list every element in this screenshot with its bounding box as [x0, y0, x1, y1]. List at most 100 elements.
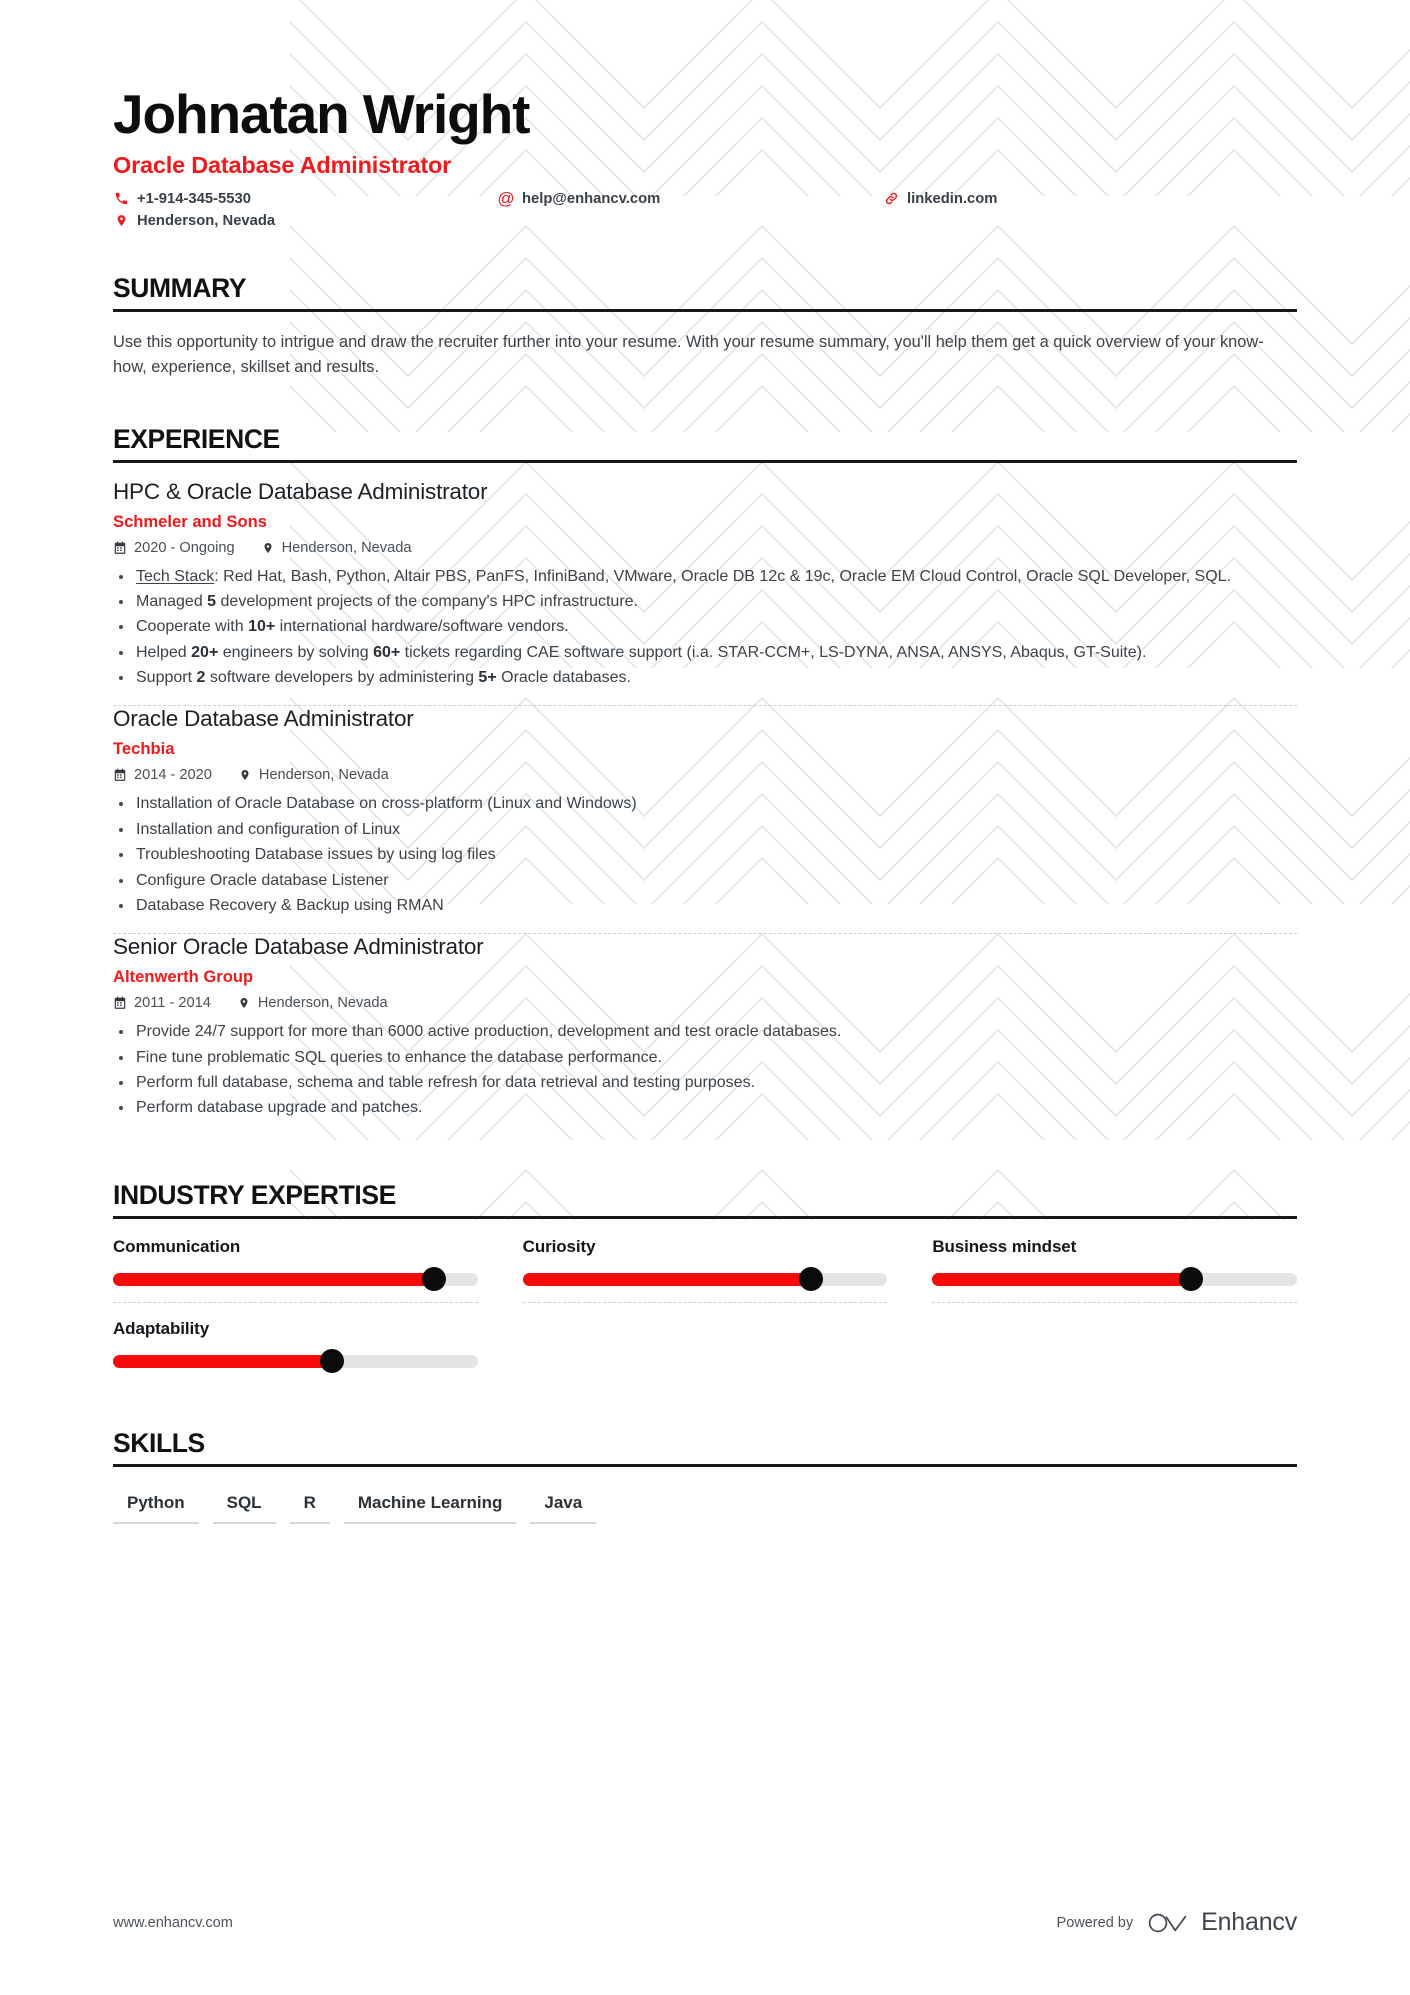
- experience-dates: 2011 - 2014: [113, 995, 211, 1011]
- location-icon: [113, 213, 129, 229]
- skills-section-title: SKILLS: [113, 1427, 205, 1458]
- industry-expertise-section: INDUSTRY EXPERTISE Communication Curiosit…: [113, 1180, 1297, 1384]
- experience-bullet: Perform full database, schema and table …: [113, 1071, 1297, 1094]
- slider-knob[interactable]: [798, 1267, 823, 1292]
- resume-header: Johnatan Wright Oracle Database Administ…: [113, 0, 1297, 229]
- slider-knob[interactable]: [1179, 1267, 1204, 1292]
- experience-location-value: Henderson, Nevada: [257, 995, 388, 1012]
- contact-location-value: Henderson, Nevada: [137, 212, 276, 229]
- expertise-item: Communication: [113, 1237, 478, 1303]
- experience-role: HPC & Oracle Database Administrator: [113, 478, 488, 504]
- experience-role: Oracle Database Administrator: [113, 706, 414, 732]
- page-title: Johnatan Wright: [113, 83, 530, 145]
- contact-email-value: help@enhancv.com: [522, 190, 661, 207]
- experience-meta: 2020 - Ongoing Henderson, Nevada: [113, 540, 1297, 556]
- slider-fill: [932, 1272, 1192, 1286]
- location-icon: [238, 768, 252, 782]
- experience-bullet: Installation of Oracle Database on cross…: [113, 792, 1297, 815]
- experience-bullet: Helped 20+ engineers by solving 60+ tick…: [113, 641, 1297, 664]
- section-divider: [113, 1463, 1297, 1467]
- expertise-item: Adaptability: [113, 1319, 478, 1384]
- expertise-label: Curiosity: [522, 1236, 596, 1256]
- calendar-icon: [113, 541, 127, 555]
- contact-location: Henderson, Nevada: [113, 213, 498, 229]
- powered-by-label: Powered by: [1056, 1914, 1134, 1931]
- skill-chip: SQL: [212, 1489, 276, 1524]
- section-divider: [113, 308, 1297, 312]
- experience-list: HPC & Oracle Database Administrator Schme…: [113, 479, 1297, 1136]
- page-footer: www.enhancv.com Powered by Enhancv: [113, 1908, 1297, 1937]
- enhancv-brand-name: Enhancv: [1201, 1908, 1297, 1936]
- industry-expertise-section-title: INDUSTRY EXPERTISE: [113, 1179, 396, 1210]
- experience-dates-value: 2011 - 2014: [134, 995, 211, 1012]
- experience-entry: Oracle Database Administrator Techbia 2014…: [113, 706, 1297, 933]
- resume-page: Johnatan Wright Oracle Database Administ…: [0, 0, 1410, 1995]
- experience-entry: Senior Oracle Database Administrator Alte…: [113, 934, 1297, 1135]
- section-divider: [113, 1215, 1297, 1219]
- summary-section-title: SUMMARY: [113, 272, 247, 303]
- experience-location: Henderson, Nevada: [238, 767, 389, 783]
- experience-dates-value: 2020 - Ongoing: [134, 539, 235, 556]
- experience-section: EXPERIENCE HPC & Oracle Database Adminis…: [113, 424, 1297, 1136]
- experience-dates: 2020 - Ongoing: [113, 540, 235, 556]
- experience-bullets: Provide 24/7 support for more than 6000 …: [113, 1020, 1297, 1119]
- experience-bullet: Support 2 software developers by adminis…: [113, 666, 1297, 689]
- expertise-item: Business mindset: [932, 1237, 1297, 1303]
- experience-bullet: Installation and configuration of Linux: [113, 818, 1297, 841]
- experience-bullets: Tech Stack: Red Hat, Bash, Python, Altai…: [113, 565, 1297, 690]
- expertise-slider[interactable]: [113, 1267, 478, 1292]
- experience-meta: 2011 - 2014 Henderson, Nevada: [113, 995, 1297, 1011]
- experience-bullet: Troubleshooting Database issues by using…: [113, 843, 1297, 866]
- email-icon: @: [497, 189, 515, 209]
- contact-phone-value: +1-914-345-5530: [137, 190, 251, 207]
- experience-bullet: Tech Stack: Red Hat, Bash, Python, Altai…: [113, 565, 1297, 588]
- expertise-slider[interactable]: [522, 1267, 888, 1292]
- calendar-icon: [113, 996, 127, 1010]
- contact-phone[interactable]: +1-914-345-5530: [113, 191, 498, 207]
- section-divider: [113, 459, 1297, 463]
- experience-dates: 2014 - 2020: [113, 767, 212, 783]
- expertise-slider[interactable]: [113, 1349, 478, 1374]
- experience-role: Senior Oracle Database Administrator: [113, 934, 484, 960]
- enhancv-logo: Enhancv: [1146, 1908, 1297, 1937]
- enhancv-mark-icon: [1148, 1913, 1187, 1932]
- location-icon: [237, 996, 251, 1010]
- experience-bullet: Managed 5 development projects of the co…: [113, 590, 1297, 613]
- experience-bullet: Database Recovery & Backup using RMAN: [113, 894, 1297, 917]
- slider-knob[interactable]: [319, 1349, 344, 1374]
- skills-list: Python SQL R Machine Learning Java: [113, 1489, 1297, 1524]
- experience-section-title: EXPERIENCE: [113, 423, 280, 454]
- slider-fill: [113, 1354, 332, 1368]
- expertise-label: Adaptability: [113, 1318, 210, 1338]
- slider-knob[interactable]: [421, 1267, 446, 1292]
- contact-email[interactable]: @ help@enhancv.com: [497, 189, 883, 209]
- link-icon: [883, 191, 899, 207]
- slider-fill: [522, 1272, 811, 1286]
- phone-icon: [113, 191, 129, 207]
- experience-location: Henderson, Nevada: [261, 540, 411, 556]
- location-icon: [261, 541, 275, 555]
- experience-company: Altenwerth Group: [113, 967, 254, 987]
- skill-chip: Machine Learning: [343, 1489, 517, 1524]
- skill-chip: Java: [530, 1489, 597, 1524]
- experience-bullet: Cooperate with 10+ international hardwar…: [113, 615, 1297, 638]
- skills-section: SKILLS Python SQL R Machine Learning Java: [113, 1428, 1297, 1524]
- experience-company: Schmeler and Sons: [113, 511, 268, 531]
- expertise-grid: Communication Curiosity Business mindset Ad…: [113, 1237, 1297, 1384]
- slider-fill: [113, 1272, 434, 1286]
- skill-chip: Python: [113, 1489, 199, 1524]
- footer-website-url[interactable]: www.enhancv.com: [113, 1915, 233, 1931]
- experience-bullet: Configure Oracle database Listener: [113, 869, 1297, 892]
- experience-dates-value: 2014 - 2020: [134, 767, 212, 784]
- expertise-slider[interactable]: [932, 1267, 1297, 1292]
- experience-meta: 2014 - 2020 Henderson, Nevada: [113, 767, 1297, 783]
- job-title: Oracle Database Administrator: [113, 151, 452, 178]
- summary-text: Use this opportunity to intrigue and dra…: [113, 332, 1264, 376]
- contact-info: +1-914-345-5530 @ help@enhancv.com linke…: [113, 189, 1297, 229]
- experience-bullet: Fine tune problematic SQL queries to enh…: [113, 1046, 1297, 1069]
- experience-bullets: Installation of Oracle Database on cross…: [113, 792, 1297, 917]
- experience-location: Henderson, Nevada: [237, 995, 388, 1011]
- experience-bullet: Perform database upgrade and patches.: [113, 1096, 1297, 1119]
- contact-linkedin[interactable]: linkedin.com: [883, 191, 1297, 207]
- experience-entry: HPC & Oracle Database Administrator Schme…: [113, 479, 1297, 706]
